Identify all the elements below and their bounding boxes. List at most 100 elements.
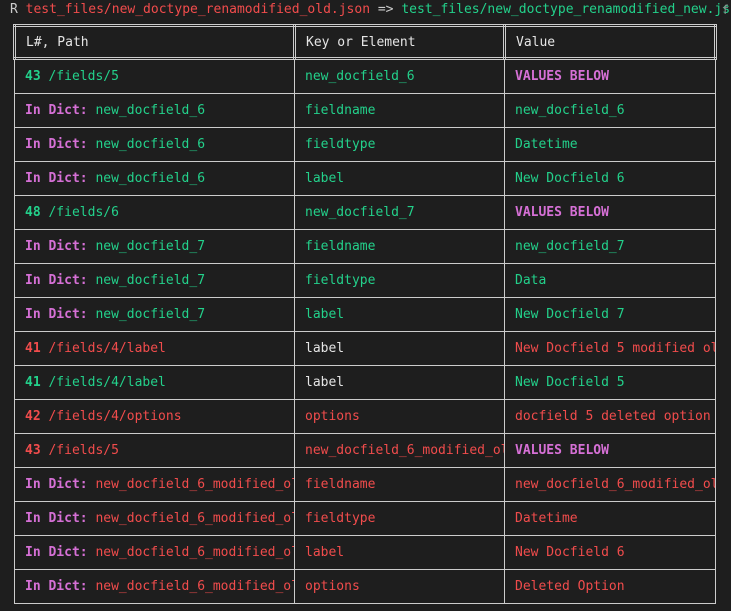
cell-key: label bbox=[294, 161, 505, 196]
path-text: new_docfield_7 bbox=[95, 239, 206, 254]
path-text: new_docfield_6 bbox=[95, 137, 206, 152]
path-text: /fields/4/options bbox=[48, 409, 182, 424]
in-dict-label: In Dict: bbox=[25, 239, 88, 254]
cell-path: In Dict: new_docfield_6_modified_old bbox=[14, 569, 295, 604]
path-text: new_docfield_6_modified_old bbox=[95, 511, 295, 526]
key-text: fieldtype bbox=[305, 511, 376, 526]
cell-key: options bbox=[294, 569, 505, 604]
key-text: options bbox=[305, 579, 360, 594]
cell-key: fieldtype bbox=[294, 501, 505, 536]
value-text: New Docfield 7 bbox=[515, 307, 625, 322]
value-text: Deleted Option bbox=[515, 579, 625, 594]
table-row: 43 /fields/5 new_docfield_6_modified_old V… bbox=[14, 433, 716, 468]
cell-path: In Dict: new_docfield_7 bbox=[14, 229, 295, 264]
table-row: In Dict: new_docfield_6_modified_old labe… bbox=[14, 535, 716, 570]
path-text: /fields/5 bbox=[48, 443, 119, 458]
value-text: New Docfield 5 bbox=[515, 375, 625, 390]
cell-value: docfield 5 deleted option bbox=[504, 399, 716, 434]
cell-value: new_docfield_6_modified_old bbox=[504, 467, 716, 502]
cell-key: options bbox=[294, 399, 505, 434]
column-header-path: L#, Path bbox=[13, 24, 296, 60]
cell-value: VALUES BELOW bbox=[504, 433, 716, 468]
cell-path: 43 /fields/5 bbox=[14, 58, 295, 94]
value-text: docfield 5 deleted option bbox=[515, 409, 711, 424]
key-text: fieldtype bbox=[305, 137, 376, 152]
line-number: 43 bbox=[25, 443, 41, 458]
key-text: fieldtype bbox=[305, 273, 376, 288]
key-text: label bbox=[305, 341, 345, 356]
cell-key: label bbox=[294, 365, 505, 400]
in-dict-label: In Dict: bbox=[25, 511, 88, 526]
cell-key: label bbox=[294, 331, 505, 366]
cell-key: new_docfield_7 bbox=[294, 195, 505, 230]
key-text: label bbox=[305, 545, 345, 560]
new-file-path: test_files/new_doctype_renamodified_new.… bbox=[401, 2, 731, 17]
key-text: label bbox=[305, 307, 345, 322]
cell-key: new_docfield_6 bbox=[294, 58, 505, 94]
line-number: 41 bbox=[25, 375, 41, 390]
cell-path: In Dict: new_docfield_7 bbox=[14, 263, 295, 298]
cell-path: 43 /fields/5 bbox=[14, 433, 295, 468]
cell-key: new_docfield_6_modified_old bbox=[294, 433, 505, 468]
diff-table: L#, Path Key or Element Value 43 /fields… bbox=[13, 24, 717, 604]
value-text: VALUES BELOW bbox=[515, 69, 609, 84]
cell-key: fieldname bbox=[294, 467, 505, 502]
cell-key: label bbox=[294, 535, 505, 570]
key-text: new_docfield_6_modified_old bbox=[305, 443, 505, 458]
value-text: new_docfield_6 bbox=[515, 103, 625, 118]
path-text: /fields/4/label bbox=[48, 375, 166, 390]
table-row: In Dict: new_docfield_6_modified_old fiel… bbox=[14, 467, 716, 502]
cell-path: 41 /fields/4/label bbox=[14, 365, 295, 400]
in-dict-label: In Dict: bbox=[25, 103, 88, 118]
cell-key: label bbox=[294, 297, 505, 332]
in-dict-label: In Dict: bbox=[25, 579, 88, 594]
table-row: 43 /fields/5 new_docfield_6 VALUES BELOW bbox=[14, 58, 716, 94]
diff-header: R test_files/new_doctype_renamodified_ol… bbox=[10, 1, 731, 19]
path-text: new_docfield_6 bbox=[95, 171, 206, 186]
path-text: new_docfield_7 bbox=[95, 273, 206, 288]
value-text: New Docfield 6 bbox=[515, 545, 625, 560]
cell-key: fieldname bbox=[294, 93, 505, 128]
path-text: new_docfield_6 bbox=[95, 103, 206, 118]
cell-value: New Docfield 5 bbox=[504, 365, 716, 400]
line-number: 43 bbox=[25, 69, 41, 84]
value-text: New Docfield 5 modified old bbox=[515, 341, 716, 356]
cell-path: 41 /fields/4/label bbox=[14, 331, 295, 366]
table-row: In Dict: new_docfield_6 fieldname new_docf… bbox=[14, 93, 716, 128]
cell-value: New Docfield 5 modified old bbox=[504, 331, 716, 366]
column-header-value: Value bbox=[503, 24, 717, 60]
table-row: In Dict: new_docfield_6 label New Docfield… bbox=[14, 161, 716, 196]
cell-value: Data bbox=[504, 263, 716, 298]
table-row: In Dict: new_docfield_6_modified_old fiel… bbox=[14, 501, 716, 536]
in-dict-label: In Dict: bbox=[25, 273, 88, 288]
value-text: new_docfield_6_modified_old bbox=[515, 477, 716, 492]
cell-value: New Docfield 7 bbox=[504, 297, 716, 332]
path-text: new_docfield_6_modified_old bbox=[95, 477, 295, 492]
in-dict-label: In Dict: bbox=[25, 307, 88, 322]
cell-value: new_docfield_6 bbox=[504, 93, 716, 128]
path-text: /fields/6 bbox=[48, 205, 119, 220]
column-header-key: Key or Element bbox=[293, 24, 506, 60]
cell-path: In Dict: new_docfield_6_modified_old bbox=[14, 501, 295, 536]
old-file-path: test_files/new_doctype_renamodified_old.… bbox=[25, 2, 371, 17]
table-row: In Dict: new_docfield_6_modified_old opti… bbox=[14, 569, 716, 604]
key-text: fieldname bbox=[305, 239, 376, 254]
cell-value: new_docfield_7 bbox=[504, 229, 716, 264]
value-text: new_docfield_7 bbox=[515, 239, 625, 254]
table-row: 48 /fields/6 new_docfield_7 VALUES BELOW bbox=[14, 195, 716, 230]
value-text: Datetime bbox=[515, 137, 578, 152]
key-text: options bbox=[305, 409, 360, 424]
cell-path: In Dict: new_docfield_6_modified_old bbox=[14, 467, 295, 502]
line-number: 41 bbox=[25, 341, 41, 356]
in-dict-label: In Dict: bbox=[25, 137, 88, 152]
cell-path: In Dict: new_docfield_6 bbox=[14, 161, 295, 196]
table-row: 41 /fields/4/label label New Docfield 5 mo… bbox=[14, 331, 716, 366]
cell-value: VALUES BELOW bbox=[504, 58, 716, 94]
cell-value: Deleted Option bbox=[504, 569, 716, 604]
value-text: Datetime bbox=[515, 511, 578, 526]
value-text: VALUES BELOW bbox=[515, 205, 609, 220]
table-row: In Dict: new_docfield_7 label New Docfield… bbox=[14, 297, 716, 332]
cell-path: In Dict: new_docfield_6_modified_old bbox=[14, 535, 295, 570]
cell-path: In Dict: new_docfield_6 bbox=[14, 127, 295, 162]
line-number: 42 bbox=[25, 409, 41, 424]
